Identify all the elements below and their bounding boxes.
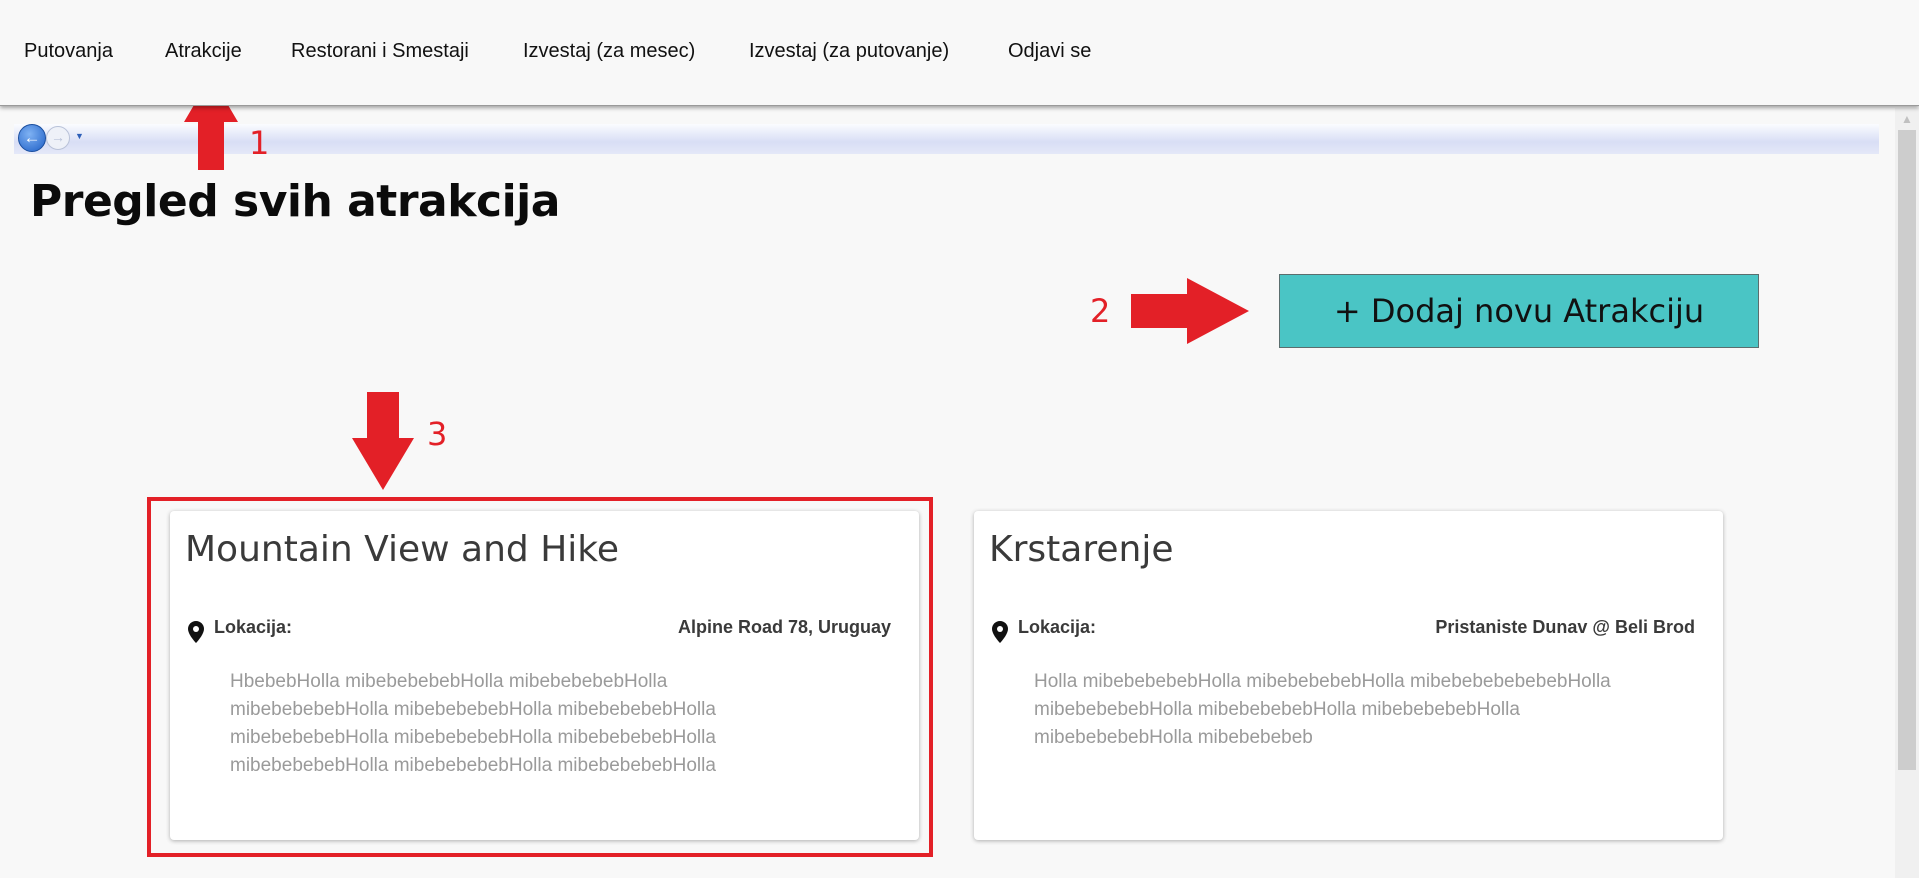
top-navigation: Putovanja Atrakcije Restorani i Smestaji… xyxy=(0,0,1919,106)
card-title: Krstarenje xyxy=(989,529,1174,570)
forward-arrow-icon[interactable]: → xyxy=(46,126,70,150)
nav-izvestaj-putovanje[interactable]: Izvestaj (za putovanje) xyxy=(749,40,949,63)
nav-odjavi-se[interactable]: Odjavi se xyxy=(1008,40,1091,63)
page-title: Pregled svih atrakcija xyxy=(30,176,560,227)
nav-putovanja[interactable]: Putovanja xyxy=(24,40,113,63)
vertical-scrollbar[interactable]: ▲ xyxy=(1895,108,1919,878)
dropdown-triangle-icon[interactable]: ▼ xyxy=(75,131,84,141)
browser-toolbar-strip xyxy=(14,124,1879,154)
back-arrow-icon[interactable]: ← xyxy=(18,124,46,152)
nav-izvestaj-mesec[interactable]: Izvestaj (za mesec) xyxy=(523,40,695,63)
annotation-highlight-box xyxy=(147,497,933,857)
card-description: Holla mibebebebebHolla mibebebebebHolla … xyxy=(1034,671,1611,748)
nav-restorani-i-smestaji[interactable]: Restorani i Smestaji xyxy=(291,40,469,63)
attraction-card[interactable]: Krstarenje Lokacija: Pristaniste Dunav @… xyxy=(974,511,1723,840)
location-label: Lokacija: xyxy=(1018,617,1097,637)
annotation-arrow-down-icon xyxy=(352,392,414,490)
location-pin-icon xyxy=(992,621,1008,643)
nav-atrakcije[interactable]: Atrakcije xyxy=(165,40,242,63)
location-value: Pristaniste Dunav @ Beli Brod xyxy=(1435,617,1695,637)
annotation-number-3: 3 xyxy=(427,415,448,453)
scrollbar-thumb[interactable] xyxy=(1898,130,1916,770)
scroll-up-arrow-icon[interactable]: ▲ xyxy=(1895,108,1919,130)
annotation-number-1: 1 xyxy=(249,124,270,162)
add-attraction-button[interactable]: + Dodaj novu Atrakciju xyxy=(1279,274,1759,348)
annotation-number-2: 2 xyxy=(1090,292,1111,330)
annotation-arrow-right-icon xyxy=(1131,278,1249,344)
